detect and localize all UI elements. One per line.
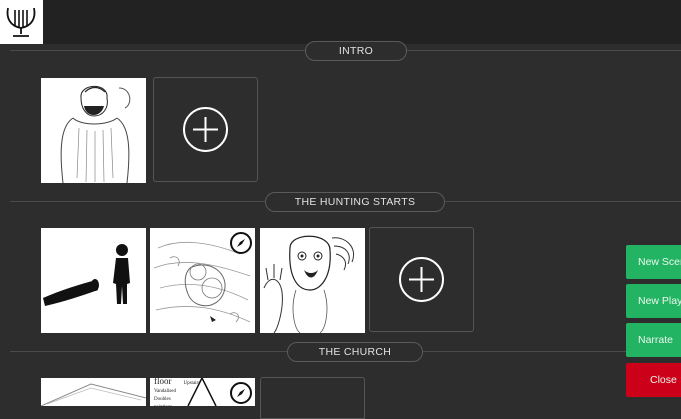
- scene-thumbnail-man[interactable]: [41, 78, 146, 183]
- compass-icon: [230, 382, 252, 404]
- section-title-intro[interactable]: INTRO: [305, 41, 407, 61]
- section-title-hunting[interactable]: THE HUNTING STARTS: [265, 192, 445, 212]
- new-scene-button[interactable]: New Scene: [626, 245, 681, 279]
- scene-thumbnail-scared-man[interactable]: [260, 228, 365, 333]
- plan-text-floor: floor: [154, 378, 172, 386]
- scene-thumbnail-church-plan[interactable]: floor Upstairs Vandalised Doubles painti…: [150, 378, 255, 406]
- plan-text-upstairs: Upstairs: [183, 381, 201, 386]
- plan-text-doubles: Doubles: [154, 397, 171, 402]
- add-scene-button-intro[interactable]: [153, 77, 258, 182]
- plan-text-vandalised: Vandalised: [154, 389, 176, 394]
- scene-thumbnail-hunter[interactable]: [41, 228, 146, 333]
- add-scene-button-hunting[interactable]: [369, 227, 474, 332]
- compass-icon: [230, 232, 252, 254]
- plus-circle-icon: [183, 107, 228, 152]
- top-bar: [0, 0, 681, 44]
- scene-thumbnail-church-roof[interactable]: [41, 378, 146, 406]
- narrate-button[interactable]: Narrate: [626, 323, 681, 357]
- add-scene-button-church[interactable]: [260, 377, 365, 419]
- new-playlist-button[interactable]: New Playlist: [626, 284, 681, 318]
- section-title-church[interactable]: THE CHURCH: [287, 342, 423, 362]
- lyre-logo-icon[interactable]: [0, 0, 43, 44]
- close-button[interactable]: Close: [626, 363, 681, 397]
- scene-thumbnail-map[interactable]: [150, 228, 255, 333]
- plus-circle-icon: [399, 257, 444, 302]
